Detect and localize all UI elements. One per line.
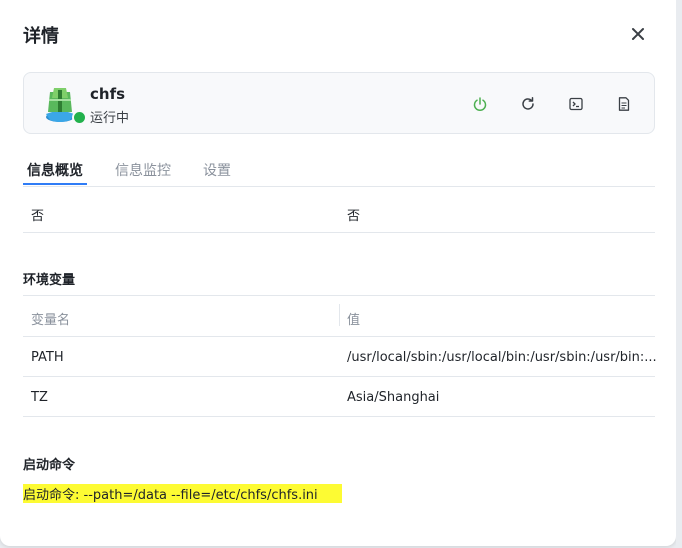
tab-overview[interactable]: 信息概览	[27, 160, 83, 180]
env-header-border	[23, 336, 655, 337]
partial-row-col1: 否	[31, 209, 45, 224]
env-row-value: /usr/local/sbin:/usr/local/bin:/usr/sbin…	[347, 350, 657, 365]
detail-dialog: 详情 chfs 运行中 信息概览 信息监控 设置 否 否 环境变量 变量名 值 …	[0, 0, 676, 546]
restart-icon	[522, 97, 534, 110]
active-tab-indicator	[23, 183, 87, 185]
dialog-title: 详情	[23, 26, 59, 47]
row-divider	[23, 232, 655, 233]
window-edge	[676, 0, 682, 548]
app-card: chfs 运行中	[23, 72, 655, 134]
env-table-top-border	[23, 295, 655, 296]
app-status: 运行中	[90, 111, 130, 126]
partial-row-col2: 否	[347, 209, 361, 224]
close-icon	[632, 28, 644, 40]
startup-section-title: 启动命令	[23, 458, 76, 473]
env-header-divider	[339, 304, 340, 326]
env-row-name: PATH	[31, 350, 64, 365]
terminal-button[interactable]	[565, 93, 587, 115]
tab-settings[interactable]: 设置	[203, 160, 231, 180]
log-icon	[618, 97, 630, 111]
startup-command: 启动命令: --path=/data --file=/etc/chfs/chfs…	[23, 484, 342, 503]
restart-button[interactable]	[517, 93, 539, 115]
env-section-title: 环境变量	[23, 273, 76, 288]
terminal-icon	[569, 97, 583, 111]
tab-monitor[interactable]: 信息监控	[115, 160, 171, 180]
env-table-bottom-border	[23, 416, 655, 417]
log-button[interactable]	[613, 93, 635, 115]
env-row-divider	[23, 376, 655, 377]
env-header-value: 值	[347, 313, 361, 328]
power-button[interactable]	[469, 93, 491, 115]
close-button[interactable]	[628, 24, 648, 44]
tab-bar: 信息概览 信息监控 设置	[23, 150, 655, 187]
power-icon	[473, 97, 487, 111]
env-header-name: 变量名	[31, 313, 71, 328]
env-row-value: Asia/Shanghai	[347, 390, 440, 405]
app-name: chfs	[90, 85, 126, 103]
env-row-name: TZ	[31, 390, 48, 405]
running-status-dot	[72, 110, 87, 125]
